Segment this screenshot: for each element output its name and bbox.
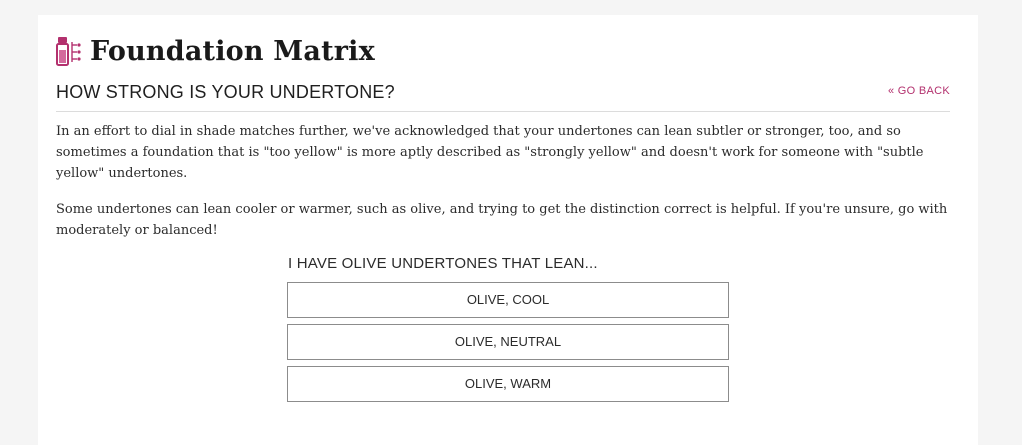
page-heading-row: HOW STRONG IS YOUR UNDERTONE? « GO BACK (56, 81, 950, 112)
option-olive-neutral-button[interactable]: OLIVE, NEUTRAL (287, 324, 729, 360)
page-title: HOW STRONG IS YOUR UNDERTONE? (56, 82, 395, 102)
content-card: Foundation Matrix HOW STRONG IS YOUR UND… (38, 15, 978, 445)
answer-options: OLIVE, COOL OLIVE, NEUTRAL OLIVE, WARM (287, 282, 729, 408)
intro-paragraph: In an effort to dial in shade matches fu… (56, 124, 924, 181)
brand-header: Foundation Matrix (56, 33, 375, 69)
brand-title: Foundation Matrix (90, 35, 375, 67)
go-back-link[interactable]: « GO BACK (888, 85, 950, 97)
help-paragraph: Some undertones can lean cooler or warme… (56, 202, 948, 238)
option-olive-warm-button[interactable]: OLIVE, WARM (287, 366, 729, 402)
foundation-bottle-icon (56, 36, 84, 66)
option-olive-cool-button[interactable]: OLIVE, COOL (287, 282, 729, 318)
question-prompt: I HAVE OLIVE UNDERTONES THAT LEAN... (288, 255, 598, 272)
